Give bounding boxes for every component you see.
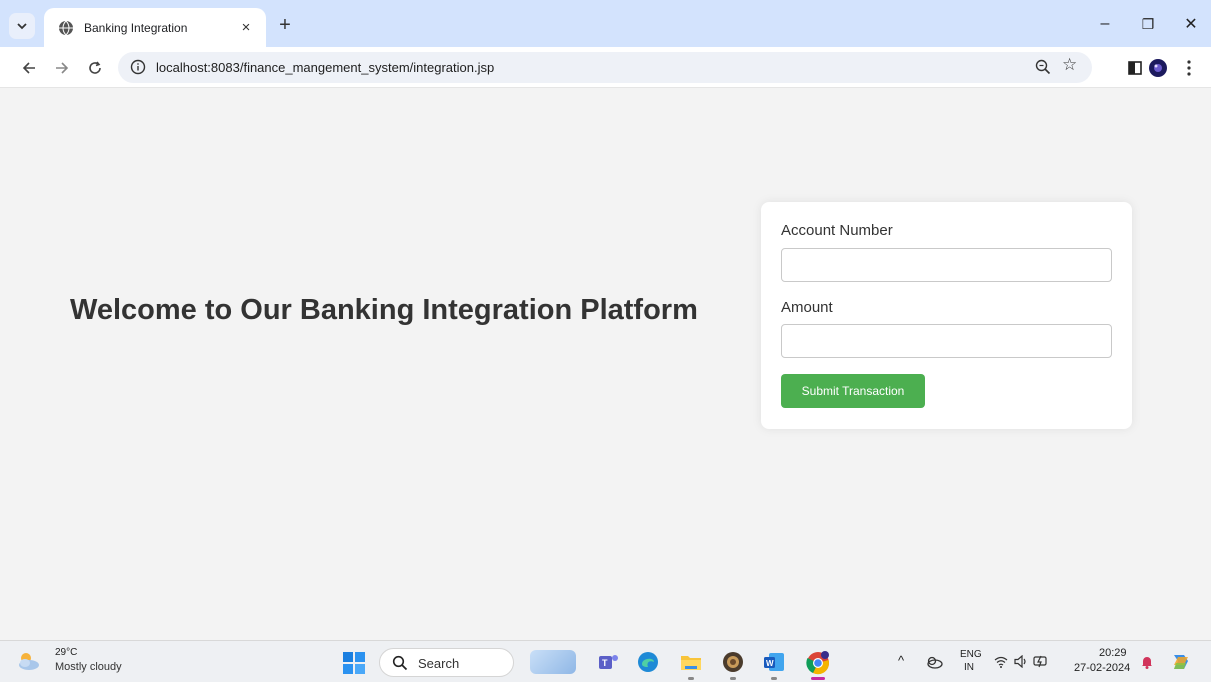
- active-indicator: [811, 677, 825, 680]
- info-icon[interactable]: [130, 59, 146, 75]
- side-panel-button[interactable]: [1124, 57, 1146, 79]
- weather-temperature: 29°C: [55, 647, 78, 658]
- account-number-input[interactable]: [781, 248, 1112, 282]
- forward-button[interactable]: [49, 55, 75, 81]
- amount-input[interactable]: [781, 324, 1112, 358]
- browser-toolbar: localhost:8083/finance_mangement_system/…: [0, 47, 1211, 88]
- running-indicator: [771, 677, 777, 680]
- tab-strip: Banking Integration × + – ❐ ✕: [0, 0, 1211, 47]
- back-button[interactable]: [16, 55, 42, 81]
- onedrive-cloud-icon[interactable]: [925, 655, 943, 669]
- svg-text:T: T: [602, 658, 608, 668]
- chrome-icon[interactable]: [805, 650, 829, 675]
- weather-description: Mostly cloudy: [55, 661, 122, 673]
- wifi-icon[interactable]: [994, 656, 1008, 668]
- running-indicator: [688, 677, 694, 680]
- tab-close-button[interactable]: ×: [236, 19, 256, 36]
- search-icon: [392, 655, 408, 671]
- new-tab-button[interactable]: +: [272, 12, 298, 38]
- side-panel-icon: [1128, 61, 1142, 75]
- widgets-app-icon[interactable]: [530, 650, 576, 674]
- browser-menu-button[interactable]: [1178, 57, 1200, 79]
- app-icon[interactable]: [721, 650, 745, 674]
- clock-time[interactable]: 20:29: [1099, 647, 1127, 659]
- tab-search-button[interactable]: [9, 13, 35, 39]
- close-window-button[interactable]: ✕: [1176, 10, 1206, 38]
- clock-date[interactable]: 27-02-2024: [1074, 662, 1130, 674]
- word-icon[interactable]: W: [762, 650, 786, 674]
- language-top[interactable]: ENG: [960, 649, 982, 660]
- file-explorer-icon[interactable]: [679, 650, 703, 674]
- notification-bell-icon[interactable]: [1141, 655, 1153, 669]
- page-title: Welcome to Our Banking Integration Platf…: [70, 294, 698, 326]
- avatar-icon: [1149, 59, 1167, 77]
- restore-button[interactable]: ❐: [1133, 10, 1163, 38]
- tab-title: Banking Integration: [84, 20, 188, 35]
- more-vert-icon: [1187, 60, 1191, 76]
- language-bottom[interactable]: IN: [964, 662, 974, 673]
- arrow-right-icon: [56, 62, 69, 74]
- submit-transaction-button[interactable]: Submit Transaction: [781, 374, 925, 408]
- volume-icon[interactable]: [1014, 655, 1028, 668]
- account-number-label: Account Number: [781, 222, 893, 239]
- profile-avatar[interactable]: [1147, 57, 1169, 79]
- address-bar[interactable]: localhost:8083/finance_mangement_system/…: [118, 52, 1092, 83]
- windows-taskbar: 29°C Mostly cloudy Search T W ^ ENG IN 2…: [0, 640, 1211, 682]
- taskbar-search[interactable]: Search: [379, 648, 514, 677]
- transaction-form: Account Number Amount Submit Transaction: [761, 202, 1132, 429]
- minimize-button[interactable]: –: [1090, 10, 1120, 38]
- page-content: Welcome to Our Banking Integration Platf…: [0, 88, 1211, 640]
- copilot-icon[interactable]: [1170, 651, 1192, 673]
- windows-start-icon[interactable]: [343, 652, 365, 674]
- teams-icon[interactable]: T: [596, 650, 620, 674]
- reload-button[interactable]: [82, 55, 108, 81]
- amount-label: Amount: [781, 299, 833, 316]
- edge-icon[interactable]: [636, 650, 660, 674]
- battery-charging-icon[interactable]: [1033, 654, 1049, 668]
- weather-cloud-icon[interactable]: [16, 650, 40, 672]
- chevron-down-icon: [17, 23, 27, 30]
- zoom-icon[interactable]: [1034, 58, 1052, 76]
- arrow-left-icon: [22, 62, 35, 74]
- svg-text:W: W: [766, 659, 774, 668]
- reload-icon: [89, 61, 101, 74]
- url-text[interactable]: localhost:8083/finance_mangement_system/…: [156, 60, 494, 75]
- globe-icon: [59, 20, 73, 35]
- show-hidden-icons-button[interactable]: ^: [898, 653, 904, 668]
- running-indicator: [730, 677, 736, 680]
- browser-tab[interactable]: Banking Integration ×: [44, 8, 266, 47]
- bookmark-star-icon[interactable]: ☆: [1062, 55, 1077, 75]
- search-placeholder: Search: [418, 656, 460, 671]
